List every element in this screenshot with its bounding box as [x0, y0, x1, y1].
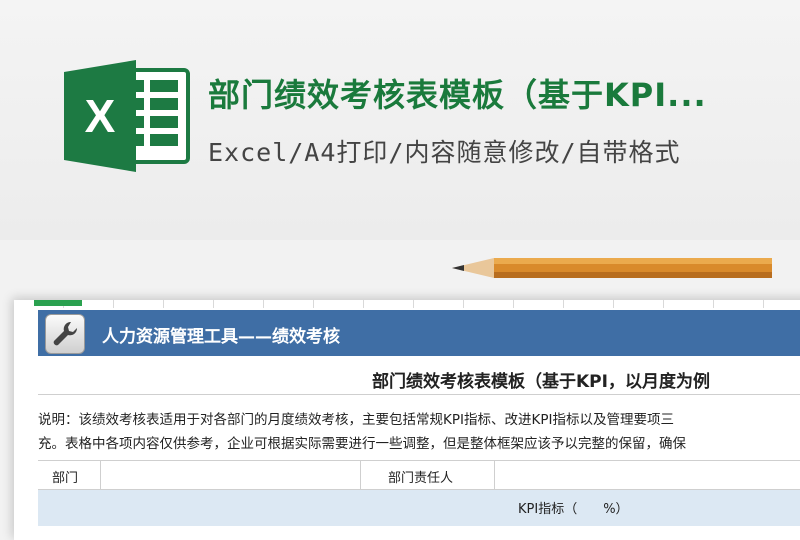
page-title: 部门绩效考核表模板（基于KPI... — [208, 76, 707, 114]
kpi-header-label: KPI指标（ %） — [518, 502, 629, 517]
cell-divider — [360, 461, 361, 489]
wrench-icon — [45, 314, 85, 354]
selected-column-marker — [34, 300, 82, 306]
excel-icon: X — [64, 60, 190, 172]
description-line-1[interactable]: 说明：该绩效考核表适用于对各部门的月度绩效考核，主要包括常规KPI指标、改进KP… — [38, 408, 674, 428]
sheet-title[interactable]: 部门绩效考核表模板（基于KPI，以月度为例 — [372, 367, 710, 392]
row-divider — [38, 394, 800, 395]
manager-label[interactable]: 部门责任人 — [388, 467, 453, 486]
banner-title: 人力资源管理工具——绩效考核 — [102, 327, 340, 347]
department-value-cell[interactable] — [110, 467, 350, 485]
row-divider — [38, 460, 800, 461]
cell-divider — [494, 461, 495, 489]
department-label[interactable]: 部门 — [52, 467, 78, 486]
pencil-icon — [452, 258, 772, 278]
excel-icon-letter: X — [85, 90, 116, 142]
manager-value-cell[interactable] — [504, 467, 784, 485]
page-subtitle: Excel/A4打印/内容随意修改/自带格式 — [208, 138, 681, 167]
description-line-2[interactable]: 充。表格中各项内容仅供参考，企业可根据实际需要进行一些调整，但是整体框架应该予以… — [38, 432, 686, 452]
kpi-header-row[interactable] — [38, 490, 800, 526]
column-header-strip — [14, 300, 800, 308]
cell-divider — [100, 461, 101, 489]
